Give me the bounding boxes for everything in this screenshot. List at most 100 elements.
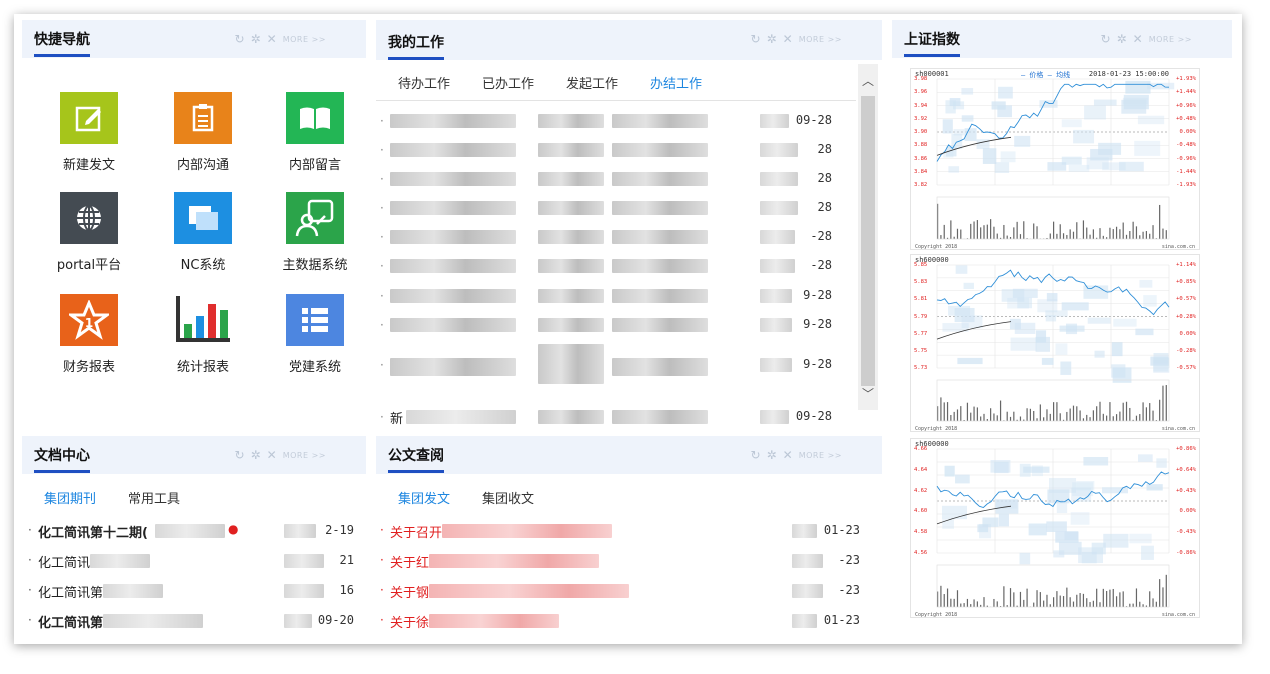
redacted-text <box>390 143 516 157</box>
nav-item[interactable]: 内部留言 <box>275 92 355 173</box>
more-link[interactable]: MORE >> <box>283 35 326 44</box>
redacted-text <box>538 114 604 128</box>
doc-title: 化工简讯第 <box>38 586 104 601</box>
windows-icon[interactable] <box>174 192 232 244</box>
tab-common-tools[interactable]: 常用工具 <box>128 488 180 507</box>
nav-label: 内部沟通 <box>176 158 229 173</box>
work-row[interactable]: · 28 <box>376 141 882 161</box>
close-icon[interactable]: ✕ <box>783 32 793 46</box>
shanghai-index-panel: 上证指数 ↻ ✲ ✕ MORE >> Copyright 2018 sina.co… <box>892 20 1232 636</box>
pct-tick-label: +0.64% <box>1176 466 1196 473</box>
y-tick-label: 4.58 <box>914 529 928 536</box>
refresh-icon[interactable]: ↻ <box>235 32 245 46</box>
bullet-dot: · <box>380 201 384 215</box>
refresh-icon[interactable]: ↻ <box>235 448 245 462</box>
refresh-icon[interactable]: ↻ <box>751 32 761 46</box>
work-row[interactable]: · 09-28 <box>376 112 882 132</box>
tab-completed[interactable]: 办结工作 <box>650 73 702 92</box>
redacted-text <box>390 114 516 128</box>
clipboard-icon[interactable] <box>174 92 232 144</box>
tab-done[interactable]: 已办工作 <box>482 73 534 92</box>
redacted-text <box>284 524 316 538</box>
work-row[interactable]: · 28 <box>376 199 882 219</box>
official-row[interactable]: · 关于徐 01-23 <box>376 612 882 632</box>
redacted-text <box>538 143 604 157</box>
tab-group-issued[interactable]: 集团发文 <box>398 488 450 507</box>
work-row[interactable]: · 9-28 <box>376 287 882 307</box>
redacted-text <box>429 584 629 598</box>
gear-icon[interactable]: ✲ <box>767 448 777 462</box>
gear-icon[interactable]: ✲ <box>251 32 261 46</box>
close-icon[interactable]: ✕ <box>1133 32 1143 46</box>
index-chart[interactable]: Copyright 2018 sina.com.cn sh000001 — 价格 —… <box>910 68 1200 250</box>
work-scrollbar[interactable]: ︿ ﹀ <box>858 64 878 410</box>
more-link[interactable]: MORE >> <box>799 451 842 460</box>
nav-item[interactable]: NC系统 <box>163 192 243 273</box>
work-row[interactable]: · 28 <box>376 170 882 190</box>
official-date: -23 <box>838 583 860 597</box>
y-tick-label: 4.66 <box>914 446 928 452</box>
index-chart[interactable]: Copyright 2018 sina.com.cn sh600000 4.66 4.6… <box>910 438 1200 618</box>
gear-icon[interactable]: ✲ <box>767 32 777 46</box>
official-row[interactable]: · 关于钢 -23 <box>376 582 882 602</box>
globe-icon[interactable] <box>60 192 118 244</box>
nav-item[interactable]: 内部沟通 <box>163 92 243 173</box>
redacted-text <box>390 201 516 215</box>
redacted-text <box>760 201 798 215</box>
gear-icon[interactable]: ✲ <box>251 448 261 462</box>
doc-row[interactable]: · 化工简讯第 16 <box>22 582 366 602</box>
redacted-text <box>538 289 604 303</box>
nav-label: 内部留言 <box>288 158 341 173</box>
bullet-dot: · <box>380 523 384 537</box>
nav-item[interactable]: 统计报表 <box>163 294 243 375</box>
bar-chart-icon[interactable] <box>174 294 232 346</box>
list-icon[interactable] <box>286 294 344 346</box>
redacted-text <box>760 358 792 372</box>
scroll-up-icon[interactable]: ︿ <box>862 72 874 89</box>
work-row[interactable]: · 新 09-28 <box>376 408 882 428</box>
more-link[interactable]: MORE >> <box>1149 35 1192 44</box>
redacted-text <box>390 358 516 376</box>
row-date: 9-28 <box>803 357 832 371</box>
tab-group-journal[interactable]: 集团期刊 <box>44 488 96 507</box>
tab-group-received[interactable]: 集团收文 <box>482 488 534 507</box>
official-row[interactable]: · 关于召开 01-23 <box>376 522 882 542</box>
star-badge-icon[interactable]: 1 <box>60 294 118 346</box>
tab-pending[interactable]: 待办工作 <box>398 73 450 92</box>
work-row[interactable]: · 9-28 <box>376 344 882 384</box>
refresh-icon[interactable]: ↻ <box>1101 32 1111 46</box>
close-icon[interactable]: ✕ <box>267 448 277 462</box>
close-icon[interactable]: ✕ <box>267 32 277 46</box>
redacted-text <box>612 230 708 244</box>
redacted-text <box>760 230 795 244</box>
nav-item[interactable]: 党建系统 <box>275 294 355 375</box>
doc-date: 2-19 <box>325 523 354 537</box>
more-link[interactable]: MORE >> <box>283 451 326 460</box>
more-link[interactable]: MORE >> <box>799 35 842 44</box>
user-card-icon[interactable] <box>286 192 344 244</box>
open-book-icon[interactable] <box>286 92 344 144</box>
nav-item[interactable]: portal平台 <box>49 192 129 273</box>
doc-row[interactable]: · 化工简讯 21 <box>22 552 366 572</box>
bullet-dot: · <box>380 114 384 128</box>
official-row[interactable]: · 关于红 -23 <box>376 552 882 572</box>
index-chart[interactable]: Copyright 2018 sina.com.cn sh600000 5.85 5.8… <box>910 254 1200 432</box>
work-row[interactable]: · 9-28 <box>376 316 882 336</box>
tab-initiated[interactable]: 发起工作 <box>566 73 618 92</box>
doc-row[interactable]: · 化工简讯第十二期(● 2-19 <box>22 522 366 542</box>
nav-item[interactable]: 1 财务报表 <box>49 294 129 375</box>
pct-tick-label: +0.57% <box>1176 296 1196 303</box>
refresh-icon[interactable]: ↻ <box>751 448 761 462</box>
work-row[interactable]: · -28 <box>376 228 882 248</box>
nav-item[interactable]: 主数据系统 <box>275 192 355 273</box>
work-row[interactable]: · -28 <box>376 257 882 277</box>
scroll-thumb[interactable] <box>861 96 875 386</box>
gear-icon[interactable]: ✲ <box>1117 32 1127 46</box>
scroll-down-icon[interactable]: ﹀ <box>862 385 874 402</box>
redacted-text <box>760 259 795 273</box>
pencil-edit-icon[interactable] <box>60 92 118 144</box>
nav-item[interactable]: 新建发文 <box>49 92 129 173</box>
doc-row[interactable]: · 化工简讯第 09-20 <box>22 612 366 632</box>
pct-tick-label: -0.57% <box>1176 365 1196 371</box>
close-icon[interactable]: ✕ <box>783 448 793 462</box>
